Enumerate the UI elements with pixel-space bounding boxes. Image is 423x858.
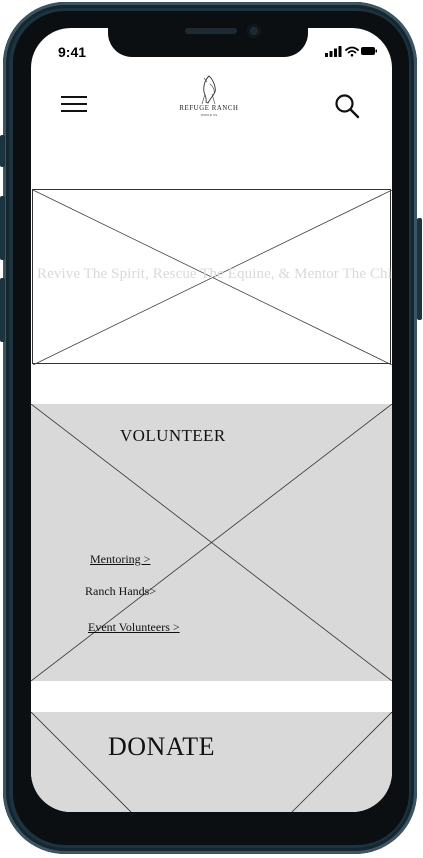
app-screen: REFUGE RANCH WOULD US Revive The Spirit,… <box>31 28 392 812</box>
status-time: 9:41 <box>58 44 87 60</box>
status-icons <box>323 44 379 58</box>
image-placeholder-cross <box>31 712 392 812</box>
cellular-signal-icon <box>325 46 342 57</box>
ranch-hands-link[interactable]: Ranch Hands> <box>85 584 156 599</box>
svg-text:REFUGE RANCH: REFUGE RANCH <box>179 105 238 112</box>
mentoring-link[interactable]: Mentoring > <box>90 552 150 567</box>
hero-image-placeholder: Revive The Spirit, Rescue The Equine, & … <box>32 189 392 365</box>
front-camera <box>247 24 261 38</box>
phone-notch <box>108 11 308 57</box>
battery-icon <box>361 47 377 55</box>
speaker-grille <box>185 28 237 34</box>
phone-volume-down <box>0 278 5 342</box>
wifi-icon <box>345 46 359 57</box>
phone-volume-up <box>0 196 5 260</box>
volunteer-section: VOLUNTEER Mentoring > Ranch Hands> Event… <box>31 404 392 681</box>
hero-tagline: Revive The Spirit, Rescue The Equine, & … <box>37 266 392 282</box>
horse-logo-icon: REFUGE RANCH WOULD US <box>179 75 238 117</box>
svg-text:WOULD US: WOULD US <box>201 113 217 117</box>
phone-power-button <box>417 218 422 320</box>
search-icon[interactable] <box>333 92 361 120</box>
donate-title: DONATE <box>108 732 215 761</box>
refuge-ranch-logo[interactable]: REFUGE RANCH WOULD US <box>169 72 249 118</box>
donate-section[interactable]: DONATE <box>31 712 392 812</box>
hamburger-menu-icon[interactable] <box>61 96 87 114</box>
volunteer-title: VOLUNTEER <box>120 426 226 445</box>
event-volunteers-link[interactable]: Event Volunteers > <box>88 620 180 635</box>
phone-mute-switch <box>0 135 5 167</box>
